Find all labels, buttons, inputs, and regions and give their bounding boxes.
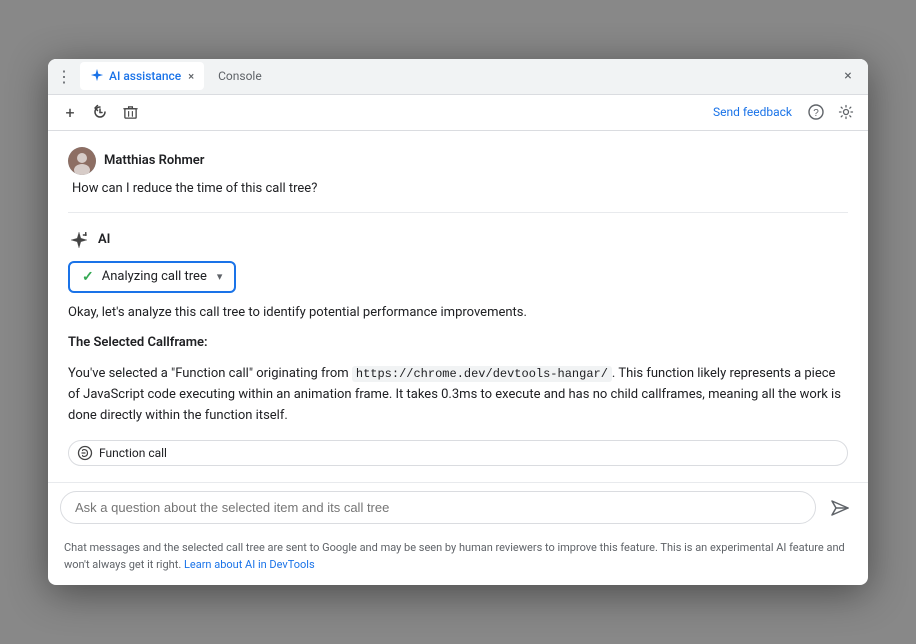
settings-icon bbox=[838, 104, 854, 120]
tab-ai-assistance-close[interactable]: × bbox=[188, 70, 194, 83]
user-header: Matthias Rohmer bbox=[68, 147, 848, 175]
avatar-image bbox=[68, 147, 96, 175]
tab-console[interactable]: Console bbox=[208, 62, 272, 90]
tab-ai-assistance[interactable]: AI assistance × bbox=[80, 62, 204, 90]
divider bbox=[68, 212, 848, 213]
ai-label: AI bbox=[98, 232, 110, 247]
settings-button[interactable] bbox=[834, 100, 858, 124]
chat-area: Matthias Rohmer How can I reduce the tim… bbox=[48, 131, 868, 483]
response-body-1: You've selected a "Function call" origin… bbox=[68, 366, 352, 381]
send-feedback-button[interactable]: Send feedback bbox=[707, 103, 798, 121]
user-message-text: How can I reduce the time of this call t… bbox=[68, 181, 848, 196]
history-button[interactable] bbox=[88, 100, 112, 124]
send-icon bbox=[830, 498, 850, 518]
avatar bbox=[68, 147, 96, 175]
input-area bbox=[48, 482, 868, 532]
chevron-down-icon: ▾ bbox=[217, 270, 223, 283]
tab-menu-icon[interactable]: ⋮ bbox=[56, 67, 72, 86]
help-button[interactable]: ? bbox=[804, 100, 828, 124]
help-icon: ? bbox=[808, 104, 824, 120]
callframe-heading: The Selected Callframe: bbox=[68, 335, 208, 350]
ai-header: AI bbox=[68, 229, 848, 251]
ai-icon bbox=[68, 229, 90, 251]
svg-text:?: ? bbox=[813, 108, 819, 119]
send-button[interactable] bbox=[824, 492, 856, 524]
user-message: Matthias Rohmer How can I reduce the tim… bbox=[68, 147, 848, 196]
ai-tab-icon bbox=[90, 68, 104, 85]
ai-response-callframe: The Selected Callframe: bbox=[68, 333, 848, 354]
delete-button[interactable] bbox=[118, 100, 142, 124]
ai-response: Okay, let's analyze this call tree to id… bbox=[68, 303, 848, 324]
disclaimer-text: Chat messages and the selected call tree… bbox=[64, 541, 845, 571]
chat-input[interactable] bbox=[60, 491, 816, 524]
code-url: https://chrome.dev/devtools-hangar/ bbox=[352, 366, 612, 382]
callframe-icon bbox=[77, 445, 93, 461]
tab-console-label: Console bbox=[218, 69, 262, 83]
function-call-label: Function call bbox=[99, 446, 167, 460]
disclaimer: Chat messages and the selected call tree… bbox=[48, 532, 868, 585]
check-icon: ✓ bbox=[82, 269, 94, 285]
user-name: Matthias Rohmer bbox=[104, 153, 204, 168]
trash-icon bbox=[123, 105, 138, 120]
tab-ai-assistance-label: AI assistance bbox=[109, 69, 181, 83]
ai-message: AI ✓ Analyzing call tree ▾ Okay, let's a… bbox=[68, 229, 848, 467]
devtools-window: ⋮ AI assistance × Console × + bbox=[48, 59, 868, 586]
function-call-badge[interactable]: Function call bbox=[68, 440, 848, 466]
window-close-button[interactable]: × bbox=[836, 64, 860, 88]
function-call-icon bbox=[77, 445, 93, 461]
response-intro: Okay, let's analyze this call tree to id… bbox=[68, 305, 527, 320]
toolbar: + Send feedback bbox=[48, 95, 868, 131]
analyzing-call-tree-box[interactable]: ✓ Analyzing call tree ▾ bbox=[68, 261, 236, 293]
tab-bar: ⋮ AI assistance × Console × bbox=[48, 59, 868, 95]
ai-sparkle-icon bbox=[69, 230, 89, 250]
add-button[interactable]: + bbox=[58, 100, 82, 124]
ai-response-body: You've selected a "Function call" origin… bbox=[68, 364, 848, 426]
analyzing-text: Analyzing call tree bbox=[102, 269, 207, 284]
history-icon bbox=[92, 104, 108, 120]
disclaimer-link[interactable]: Learn about AI in DevTools bbox=[184, 558, 315, 571]
